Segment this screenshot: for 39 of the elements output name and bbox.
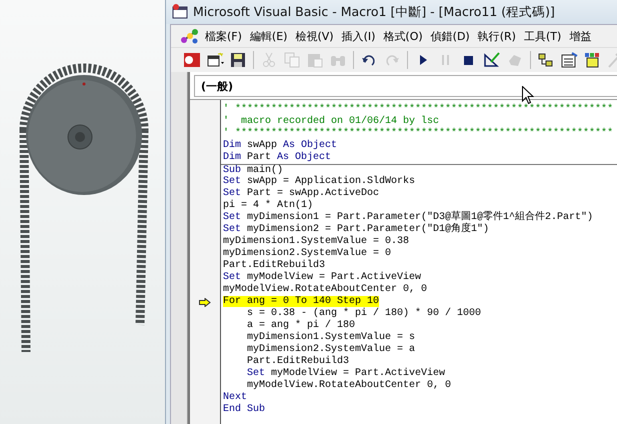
code-line: Set myDimension1 = Part.Parameter("D3@草圖1@零件1^組合件2.Part") xyxy=(223,212,594,223)
menu-item[interactable]: 工具(T) xyxy=(520,28,566,44)
code-line: ' macro recorded on 01/06/14 by lsc xyxy=(223,116,440,127)
code-line: Set swApp = Application.SldWorks xyxy=(223,176,416,187)
code-line: myDimension2.SystemValue = 0 xyxy=(223,248,392,259)
menu-item[interactable]: 執行(R) xyxy=(474,28,521,44)
code-line: myModelView.RotateAboutCenter 0, 0 xyxy=(223,284,428,295)
code-line: ' *************************************************************** xyxy=(223,128,614,139)
code-line: Dim swApp As Object xyxy=(223,140,338,151)
code-line: ' *************************************************************** xyxy=(223,104,614,115)
code-line: a = ang * pi / 180 xyxy=(247,320,356,331)
menu-item[interactable]: 格式(O) xyxy=(380,28,428,44)
code-line: Part.EditRebuild3 xyxy=(223,260,326,271)
code-line: pi = 4 * Atn(1) xyxy=(223,200,314,211)
app-window-icon xyxy=(172,4,188,20)
menu-item[interactable]: 偵錯(D) xyxy=(428,28,475,44)
code-line: End Sub xyxy=(223,404,266,415)
code-line: Set myModelView = Part.ActiveView xyxy=(223,272,422,283)
code-line: Next xyxy=(223,392,248,403)
code-line: Set Part = swApp.ActiveDoc xyxy=(223,188,380,199)
molecule-logo-icon xyxy=(181,28,199,44)
code-line: Set myDimension2 = Part.Parameter("D1@角度1") xyxy=(223,224,490,235)
mouse-pointer-icon xyxy=(522,86,534,105)
menu-item[interactable]: 插入(I) xyxy=(338,28,380,44)
menu-item[interactable]: 檔案(F) xyxy=(202,28,247,44)
code-line: myDimension1.SystemValue = 0.38 xyxy=(223,236,410,247)
code-line: myModelView.RotateAboutCenter 0, 0 xyxy=(247,380,452,391)
window-title: Microsoft Visual Basic - Macro1 [中斷] - [Macro11 (程式碼)] xyxy=(193,4,555,20)
code-line: Sub main() xyxy=(223,165,284,176)
menu-item[interactable]: 編輯(E) xyxy=(246,28,292,44)
code-line: Part.EditRebuild3 xyxy=(247,356,350,367)
code-line: s = 0.38 - (ang * pi / 180) * 90 / 1000 xyxy=(247,308,482,319)
object-dropdown[interactable]: (一般) xyxy=(194,75,617,97)
code-line: myDimension2.SystemValue = a xyxy=(247,344,416,355)
code-line: Set myModelView = Part.ActiveView xyxy=(247,368,446,379)
code-line: Dim Part As Object xyxy=(223,152,332,163)
menu-item[interactable]: 增益 xyxy=(566,28,596,44)
menu-item[interactable]: 檢視(V) xyxy=(292,28,339,44)
code-line: myDimension1.SystemValue = s xyxy=(247,332,416,343)
